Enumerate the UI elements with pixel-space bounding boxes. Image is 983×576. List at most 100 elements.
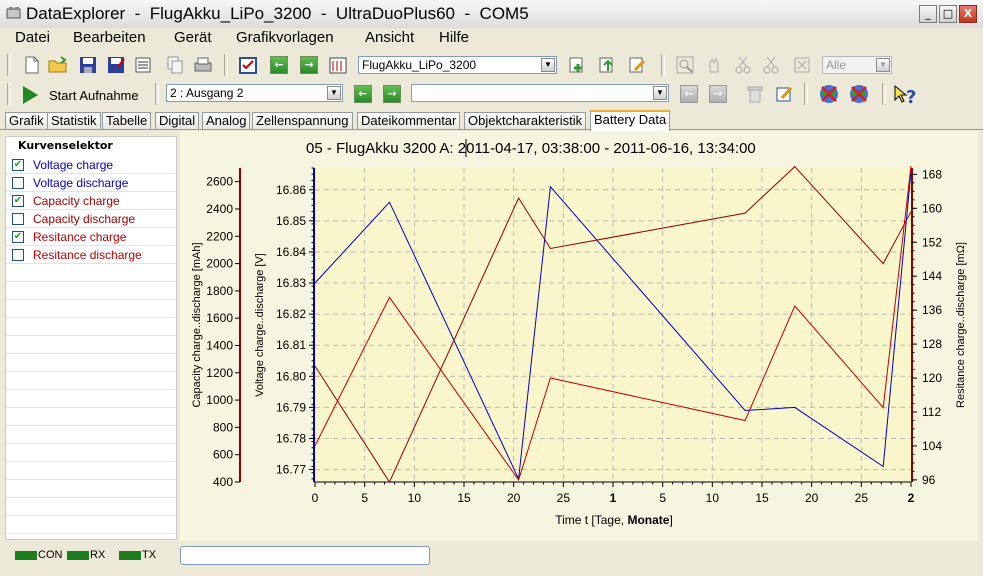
tx-led-icon	[119, 551, 141, 560]
print-icon[interactable]	[193, 55, 213, 75]
curve-item-capacity-charge[interactable]: ✔ Capacity charge	[6, 192, 176, 210]
resistance-tick-label: 96	[922, 473, 936, 487]
checkbox-resitance-discharge[interactable]	[12, 249, 24, 261]
menu-grafikvorlagen[interactable]: Grafikvorlagen	[236, 29, 334, 46]
copy-icon[interactable]	[165, 55, 185, 75]
title-bar: DataExplorer - FlugAkku_LiPo_3200 - Ultr…	[0, 0, 983, 29]
chevron-down-icon: ▼	[541, 58, 555, 72]
tab-tabelle[interactable]: Tabelle	[102, 112, 152, 129]
battery-data-chart[interactable]: 05 - FlugAkku 3200 A: 2011-04-17, 03:38:…	[180, 131, 978, 541]
tab-analog[interactable]: Analog	[202, 112, 251, 129]
disconnect-device-icon[interactable]	[818, 83, 840, 105]
x-tick-label: 5	[659, 491, 666, 505]
next-channel-button[interactable]: →	[300, 56, 318, 74]
checkbox-resitance-charge[interactable]: ✔	[12, 231, 24, 243]
checkbox-voltage-charge[interactable]: ✔	[12, 159, 24, 171]
curve-selector-list: ✔ Voltage charge Voltage discharge ✔ Cap…	[6, 156, 176, 536]
menu-datei[interactable]: Datei	[15, 29, 50, 46]
checkbox-capacity-discharge[interactable]	[12, 213, 24, 225]
previous-channel-button[interactable]: ←	[270, 56, 288, 74]
curve-label: Capacity charge	[33, 194, 120, 208]
curve-item-voltage-discharge[interactable]: Voltage discharge	[6, 174, 176, 192]
previous-output-button[interactable]: ←	[354, 85, 372, 103]
menu-geraet[interactable]: Gerät	[174, 29, 212, 46]
capacity-tick-label: 400	[213, 475, 233, 489]
tab-dateikommentar[interactable]: Dateikommentar	[357, 112, 461, 129]
x-tick-label: 15	[755, 491, 769, 505]
next-output-button[interactable]: →	[383, 85, 401, 103]
checkbox-voltage-discharge[interactable]	[12, 177, 24, 189]
rx-led-icon	[67, 551, 89, 560]
add-record-icon[interactable]	[567, 55, 587, 75]
checkbox-capacity-charge[interactable]: ✔	[12, 195, 24, 207]
zoom-window-icon	[676, 56, 694, 74]
resistance-tick-label: 160	[922, 201, 942, 215]
output-select[interactable]: 2 : Ausgang 2 ▼	[166, 84, 343, 102]
voltage-tick-label: 16.81	[276, 338, 306, 352]
curve-selector: Kurvenselektor ✔ Voltage charge Voltage …	[5, 136, 177, 540]
tab-objektcharakteristik[interactable]: Objektcharakteristik	[464, 112, 587, 129]
filter-select-value: Alle	[826, 58, 847, 72]
export-record-icon[interactable]	[597, 55, 617, 75]
pan-icon	[709, 57, 719, 73]
edit-record-icon[interactable]	[627, 55, 647, 75]
curve-item-resitance-discharge[interactable]: Resitance discharge	[6, 246, 176, 264]
voltage-tick-label: 16.83	[276, 276, 306, 290]
empty-row	[6, 426, 176, 444]
capacity-tick-label: 1800	[206, 284, 233, 298]
x-tick-label: 20	[805, 491, 819, 505]
start-recording-button[interactable]: Start Aufnahme	[18, 84, 158, 106]
properties-icon[interactable]	[133, 55, 153, 75]
tab-statistik[interactable]: Statistik	[47, 112, 101, 129]
tab-zellenspannung[interactable]: Zellenspannung	[252, 112, 353, 129]
save-icon[interactable]	[78, 55, 98, 75]
resistance-axis-label: Resitance charge..discharge [mΩ]	[955, 242, 967, 408]
record-select[interactable]: ▼	[411, 84, 669, 102]
voltage-tick-label: 16.77	[276, 463, 306, 477]
tab-grafik[interactable]: Grafik	[5, 112, 48, 129]
window-title: DataExplorer - FlugAkku_LiPo_3200 - Ultr…	[26, 4, 529, 23]
new-file-icon[interactable]	[22, 55, 42, 75]
maximize-button[interactable]: □	[939, 5, 957, 23]
resistance-tick-label: 168	[922, 167, 942, 181]
x-tick-label: 25	[855, 491, 869, 505]
tab-battery-data[interactable]: Battery Data	[590, 110, 671, 131]
delete-record-icon	[747, 86, 763, 103]
tab-digital[interactable]: Digital	[155, 112, 200, 129]
curve-label: Capacity discharge	[33, 212, 136, 226]
curve-selector-title: Kurvenselektor	[18, 139, 113, 152]
empty-row	[6, 282, 176, 300]
record-toolbar: Start Aufnahme 2 : Ausgang 2 ▼ ← → ▼ ← →…	[0, 80, 983, 110]
channel-config-icon[interactable]	[238, 55, 258, 75]
x-axis-label-bold: Monate	[627, 513, 669, 527]
voltage-axis-label: Voltage charge..discharge [V]	[254, 253, 266, 397]
curve-item-voltage-charge[interactable]: ✔ Voltage charge	[6, 156, 176, 174]
menu-bar: Datei Bearbeiten Gerät Grafikvorlagen An…	[0, 28, 983, 48]
menu-bearbeiten[interactable]: Bearbeiten	[73, 29, 146, 46]
minimize-button[interactable]: _	[919, 5, 937, 23]
main-toolbar: ← → FlugAkku_LiPo_3200 ▼ Alle ▼	[0, 50, 983, 80]
edit-record-name-icon[interactable]	[774, 84, 794, 104]
open-folder-icon[interactable]	[48, 55, 68, 75]
close-button[interactable]: X	[959, 5, 977, 23]
menu-ansicht[interactable]: Ansicht	[365, 29, 414, 46]
curve-item-capacity-discharge[interactable]: Capacity discharge	[6, 210, 176, 228]
curve-label: Voltage discharge	[33, 176, 129, 190]
capacity-tick-label: 1600	[206, 311, 233, 325]
curve-item-resitance-charge[interactable]: ✔ Resitance charge	[6, 228, 176, 246]
resistance-tick-label: 136	[922, 303, 942, 317]
tab-bar: Grafik Statistik Tabelle Digital Analog …	[0, 110, 983, 131]
chevron-down-icon: ▼	[876, 58, 890, 72]
empty-row	[6, 408, 176, 426]
channel-select[interactable]: FlugAkku_LiPo_3200 ▼	[358, 56, 557, 74]
device-settings-icon[interactable]	[328, 55, 348, 75]
empty-row	[6, 264, 176, 282]
x-tick-label: 0	[312, 491, 319, 505]
capacity-tick-label: 2400	[206, 202, 233, 216]
save-as-icon[interactable]	[106, 55, 126, 75]
empty-row	[6, 480, 176, 498]
help-icon[interactable]: ?	[893, 84, 919, 106]
reset-device-icon[interactable]	[848, 83, 870, 105]
menu-hilfe[interactable]: Hilfe	[439, 29, 469, 46]
empty-row	[6, 372, 176, 390]
